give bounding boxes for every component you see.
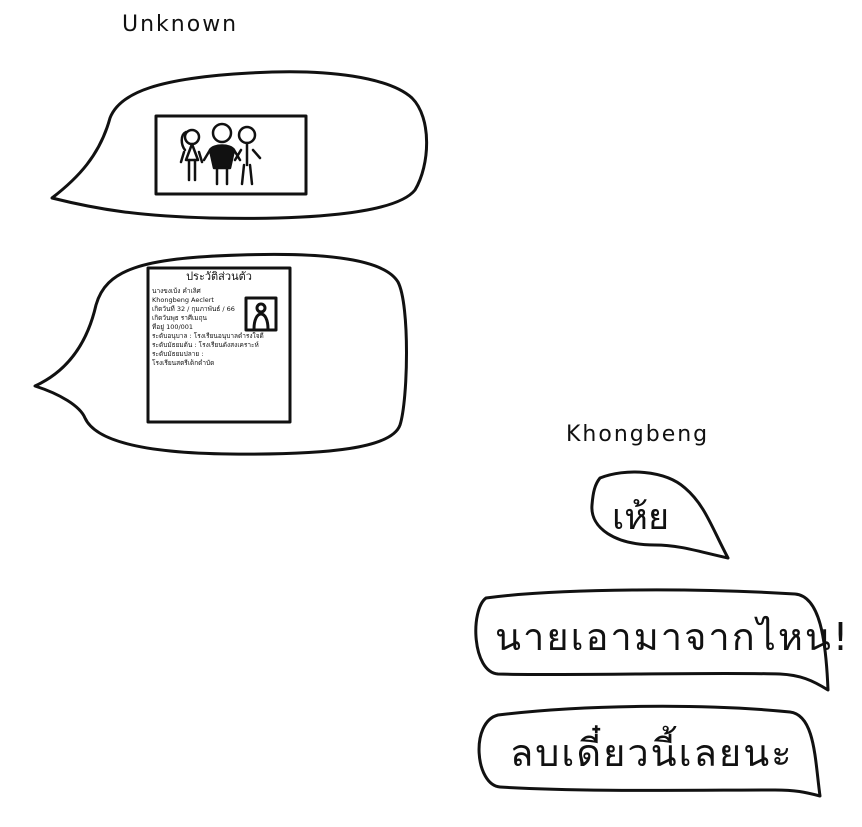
document-line: ที่อยู่ 100/001 [152, 323, 194, 331]
document-line: นางขงเบ้ง คำเลิศ [152, 287, 201, 295]
document-line: ระดับมัธยมต้น : โรงเรียนดังสงเคราะห์ [152, 341, 259, 349]
sender-name-unknown: Unknown [122, 12, 239, 37]
three-friends-drawing [179, 122, 262, 186]
khongbeng-message-2: นายเอามาจากไหน! [495, 615, 851, 659]
document-line: โรงเรียนสตรีเด็กดำบัด [152, 359, 215, 367]
document-line: Khongbeng Aeclert [152, 296, 214, 304]
document-line: ระดับอนุบาล : โรงเรียนอนุบาลดำรงใจดี [152, 332, 264, 340]
chat-scene [33, 70, 830, 798]
profile-document[interactable]: ประวัติส่วนตัว นางขงเบ้ง คำเลิศ Khongben… [148, 270, 290, 422]
document-line: เกิดวันที่ 32 / กุมภาพันธ์ / 66 [152, 305, 235, 313]
khongbeng-message-1: เห้ย [612, 497, 670, 538]
khongbeng-message-3: ลบเดี๋ยวนี้เลยนะ [510, 731, 794, 775]
document-line: ระดับมัธยมปลาย : [152, 350, 204, 358]
sender-name-khongbeng: Khongbeng [566, 422, 710, 447]
document-line: เกิดวันพุธ ราศีเมถุน [152, 314, 207, 322]
unknown-photo-bubble [50, 70, 429, 220]
document-title: ประวัติส่วนตัว [186, 270, 252, 283]
